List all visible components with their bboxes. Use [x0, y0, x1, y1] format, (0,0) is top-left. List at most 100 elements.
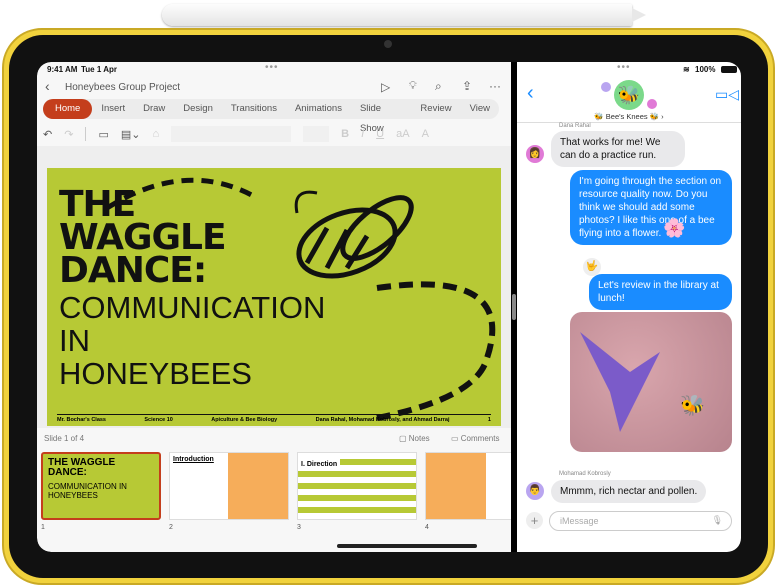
bee-photo[interactable]: 🐝: [570, 312, 732, 452]
flower-sticker: 🌸: [663, 218, 686, 238]
layout-icon[interactable]: ▤⌄: [121, 128, 141, 141]
message-bubble[interactable]: That works for me! We can do a practice …: [551, 131, 685, 167]
slide-footer: Mr. Bochar's Class Science 10 Apiculture…: [57, 414, 491, 423]
microphone-icon[interactable]: 🎙︎: [712, 515, 723, 526]
thumbnail-subtitle: COMMUNICATION IN HONEYBEES: [48, 482, 127, 500]
message-bubble[interactable]: Mmmm, rich nectar and pollen.: [551, 480, 707, 503]
document-title[interactable]: Honeybees Group Project: [65, 82, 180, 93]
slide-canvas: THE WAGGLE DANCE: COMMUNICATION IN HONEY…: [37, 146, 511, 428]
group-avatar[interactable]: 🐝: [614, 80, 644, 110]
message-bubble[interactable]: I'm going through the section on resourc…: [570, 170, 732, 245]
comments-button[interactable]: ▭ Comments: [451, 434, 499, 443]
thumbnail-4[interactable]: [425, 452, 511, 520]
notes-button[interactable]: ▢ Notes: [399, 434, 430, 443]
font-color-icon[interactable]: A: [422, 128, 429, 140]
thumbnail-number: 1: [41, 524, 45, 531]
split-view-divider[interactable]: [512, 294, 516, 320]
home-indicator[interactable]: [337, 544, 477, 548]
back-icon[interactable]: ‹: [527, 82, 534, 105]
facetime-icon[interactable]: ▭◁: [715, 86, 739, 103]
underline-icon[interactable]: U: [376, 128, 384, 140]
slide-info-bar: Slide 1 of 4 ▢ Notes ▭ Comments: [37, 430, 511, 446]
tab-draw[interactable]: Draw: [134, 99, 174, 119]
message-input[interactable]: iMessage 🎙︎: [549, 511, 732, 531]
tab-view[interactable]: View: [461, 99, 499, 119]
message-bubble[interactable]: Let's review in the library at lunch!: [589, 274, 732, 310]
avatar: [647, 99, 657, 109]
screen: 9:41 AM Tue 1 Apr ••• ‹ Honeybees Group …: [37, 62, 741, 552]
status-date: Tue 1 Apr: [81, 65, 118, 74]
thumbnail-number: 2: [169, 524, 173, 531]
slide-title-line: DANCE:: [59, 250, 207, 291]
lightbulb-icon[interactable]: 💡︎: [409, 80, 417, 93]
divider: [85, 127, 87, 141]
tab-slide-show[interactable]: Slide Show: [351, 99, 411, 134]
share-icon[interactable]: ⇪: [462, 79, 472, 93]
new-slide-icon[interactable]: ▭: [98, 128, 108, 141]
notes-label: Notes: [408, 434, 430, 443]
sender-name: Mohamad Kobrosly: [559, 471, 611, 477]
bold-icon[interactable]: B: [341, 128, 349, 140]
slide-1[interactable]: THE WAGGLE DANCE: COMMUNICATION IN HONEY…: [47, 168, 501, 426]
redo-icon[interactable]: ↷: [64, 128, 73, 141]
thumbnail-image: [426, 453, 486, 519]
footer-subject: Apiculture & Bee Biology: [211, 417, 278, 423]
font-name-field[interactable]: [171, 126, 292, 142]
footer-class: Mr. Bochar's Class: [57, 417, 106, 423]
sender-name: Dana Rahal: [559, 123, 591, 129]
ribbon-tabs: Home Insert Draw Design Transitions Anim…: [43, 99, 499, 134]
back-icon[interactable]: ‹: [45, 78, 50, 94]
title-bar: ‹ Honeybees Group Project ▷ 💡︎ ⌕ ⇪ ···: [37, 78, 511, 98]
slide-counter: Slide 1 of 4: [44, 434, 85, 443]
slide-subtitle-line: IN: [59, 323, 90, 358]
thumbnail-number: 3: [297, 524, 301, 531]
font-size-field[interactable]: [303, 126, 330, 142]
messages-app: ••• ≋ 100% ‹ 🐝 🐝 Bee's Knees 🐝 › ▭◁ Dana…: [517, 62, 741, 552]
flower-illustration: 🐝: [580, 332, 705, 432]
wifi-icon: ≋: [683, 65, 690, 74]
thumbnail-number: 4: [425, 524, 429, 531]
group-name-label: Bee's Knees: [605, 112, 648, 121]
svg-text:🐝: 🐝: [680, 394, 705, 417]
camera: [384, 40, 392, 48]
comments-label: Comments: [460, 434, 500, 443]
footer-page: 1: [487, 417, 491, 423]
tab-home[interactable]: Home: [43, 99, 93, 119]
multitask-dots[interactable]: •••: [617, 62, 631, 73]
format-painter-icon[interactable]: ⌂: [152, 128, 159, 140]
input-placeholder: iMessage: [560, 516, 599, 526]
more-icon[interactable]: ···: [489, 79, 501, 93]
search-icon[interactable]: ⌕: [435, 79, 442, 94]
footer-authors: Dana Rahal, Mohamad Kobrosly, and Ahmad …: [315, 417, 450, 423]
avatar: 👨: [526, 482, 544, 500]
header-divider: [517, 122, 741, 123]
powerpoint-app: 9:41 AM Tue 1 Apr ••• ‹ Honeybees Group …: [37, 62, 511, 552]
tab-review[interactable]: Review: [411, 99, 460, 119]
undo-icon[interactable]: ↶: [43, 128, 52, 141]
tab-design[interactable]: Design: [174, 99, 222, 119]
thumbnail-title: I. Direction: [298, 459, 341, 470]
thumbnail-title: THE WAGGLE DANCE:: [48, 457, 116, 478]
slide-thumbnails: THE WAGGLE DANCE: COMMUNICATION IN HONEY…: [41, 452, 511, 542]
play-icon[interactable]: ▷: [381, 80, 390, 94]
add-icon[interactable]: +: [526, 512, 543, 529]
status-time: 9:41 AM: [47, 65, 78, 74]
tab-animations[interactable]: Animations: [286, 99, 351, 119]
italic-icon[interactable]: I: [361, 128, 364, 140]
ribbon-toolbar: ↶ ↷ ▭ ▤⌄ ⌂ B I U aA A: [43, 124, 503, 144]
thumbnail-image: [228, 453, 288, 519]
battery-icon: [721, 66, 737, 73]
apple-pencil: [162, 4, 646, 26]
tab-insert[interactable]: Insert: [92, 99, 134, 119]
tab-transitions[interactable]: Transitions: [222, 99, 286, 119]
slide-subtitle-line: HONEYBEES: [59, 356, 252, 391]
thumbnail-3[interactable]: I. Direction: [297, 452, 417, 520]
group-name[interactable]: 🐝 Bee's Knees 🐝 ›: [517, 112, 741, 121]
slide-subtitle-line: COMMUNICATION: [59, 290, 326, 325]
font-size-icon[interactable]: aA: [396, 128, 409, 140]
thumbnail-1[interactable]: THE WAGGLE DANCE: COMMUNICATION IN HONEY…: [41, 452, 161, 520]
battery-level: 100%: [695, 65, 716, 74]
thumbnail-2[interactable]: Introduction: [169, 452, 289, 520]
multitask-dots[interactable]: •••: [265, 62, 279, 73]
footer-course: Science 10: [144, 417, 173, 423]
